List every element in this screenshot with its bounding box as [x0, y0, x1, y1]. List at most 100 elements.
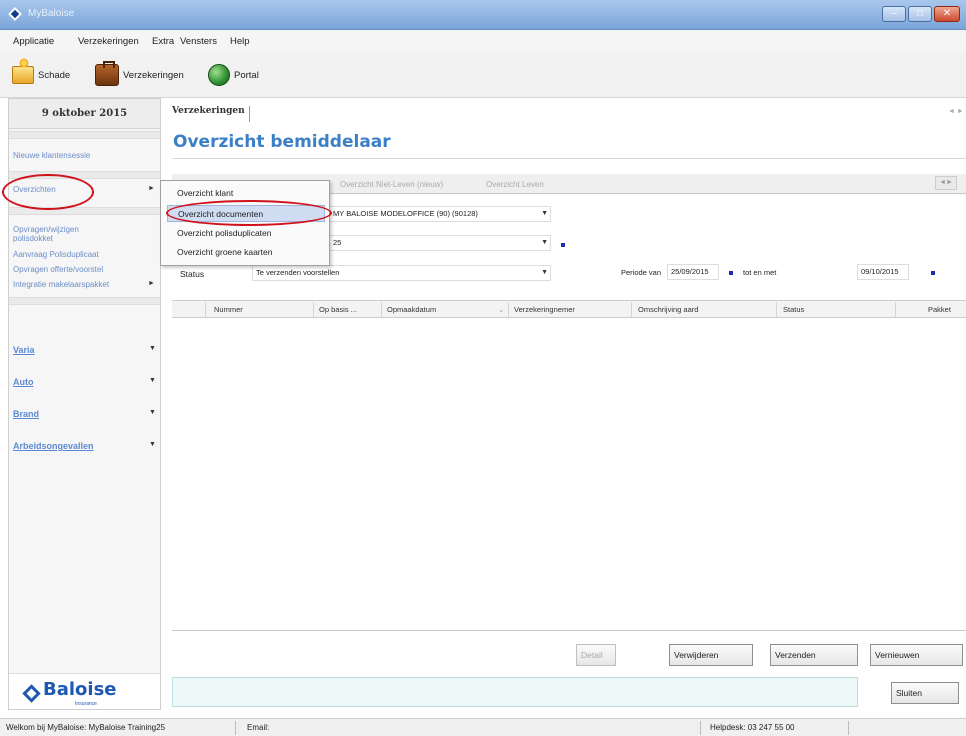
sidebar-category-arbeidsongevallen[interactable]: Arbeidsongevallen — [13, 441, 94, 451]
intermediary-select[interactable]: MY BALOISE MODELOFFICE (90) (90128) ▼ — [329, 206, 551, 222]
status-divider — [848, 721, 849, 735]
chevron-right-icon: ► — [148, 185, 155, 192]
status-divider — [700, 721, 701, 735]
highlight-ellipse — [166, 200, 332, 226]
column-op-basis[interactable]: Op basis ... — [319, 305, 357, 314]
column-divider — [508, 302, 509, 317]
chevron-down-icon: ▼ — [149, 377, 156, 384]
tab-overzicht-leven[interactable]: Overzicht Leven — [486, 177, 544, 193]
briefcase-icon — [95, 61, 119, 86]
verzekeringen-button[interactable]: Verzekeringen — [95, 61, 184, 88]
periode-van-label: Periode van — [621, 268, 662, 277]
required-marker-icon — [561, 243, 565, 247]
status-label: Status — [180, 269, 205, 279]
sidebar-category-auto[interactable]: Auto — [13, 377, 34, 387]
column-status[interactable]: Status — [783, 305, 804, 314]
sidebar-item-offerte-voorstel[interactable]: Opvragen offerte/voorstel — [13, 265, 103, 274]
tab-scroll-icon[interactable]: ◄ ► — [948, 108, 964, 115]
title-bar: MyBaloise – □ ✕ — [0, 0, 966, 30]
periode-to-input[interactable]: 09/10/2015 — [857, 264, 909, 280]
status-welcome: Welkom bij MyBaloise: MyBaloise Training… — [6, 723, 166, 732]
sluiten-button[interactable]: Sluiten — [891, 682, 959, 704]
column-divider — [313, 302, 314, 317]
results-table-body — [172, 318, 966, 631]
menu-help[interactable]: Help — [230, 36, 250, 47]
toolbar: Schade Verzekeringen Portal — [0, 52, 966, 98]
chevron-right-icon: ► — [148, 280, 155, 287]
menu-vensters[interactable]: Vensters — [180, 36, 217, 47]
sidebar-item-integratie[interactable]: Integratie makelaarspakket — [13, 280, 109, 289]
column-nummer[interactable]: Nummer — [214, 305, 243, 314]
verzenden-button[interactable]: Verzenden — [770, 644, 858, 666]
column-verzekeringnemer[interactable]: Verzekeringnemer — [514, 305, 575, 314]
menu-extra[interactable]: Extra — [152, 36, 174, 47]
title-divider — [172, 158, 966, 159]
periode-from-value: 25/09/2015 — [671, 267, 709, 276]
schade-icon — [12, 58, 34, 84]
column-pakket[interactable]: Pakket — [928, 305, 951, 314]
verwijderen-button[interactable]: Verwijderen — [669, 644, 753, 666]
close-window-button[interactable]: ✕ — [934, 6, 960, 22]
periode-from-input[interactable]: 25/09/2015 — [667, 264, 719, 280]
status-bar: Welkom bij MyBaloise: MyBaloise Training… — [0, 718, 966, 736]
status-value: Te verzenden voorstellen — [256, 268, 340, 277]
sidebar-separator — [9, 297, 160, 305]
subtab-scroll-icon[interactable]: ◄► — [935, 176, 957, 190]
close-icon: ✕ — [942, 8, 952, 19]
portal-button[interactable]: Portal — [208, 62, 259, 88]
sidebar-separator — [9, 131, 160, 139]
chevron-down-icon: ▼ — [149, 441, 156, 448]
menu-applicatie[interactable]: Applicatie — [13, 36, 54, 47]
baloise-diamond-icon — [22, 684, 41, 703]
sidebar-date: 9 oktober 2015 — [9, 99, 160, 129]
status-select[interactable]: Te verzenden voorstellen ▼ — [252, 265, 551, 281]
status-helpdesk: Helpdesk: 03 247 55 00 — [710, 723, 795, 732]
tab-verzekeringen[interactable]: Verzekeringen — [172, 106, 250, 122]
sidebar-category-varia[interactable]: Varia — [13, 345, 35, 355]
user-value: 25 — [333, 238, 342, 247]
calendar-marker-icon[interactable] — [931, 271, 935, 275]
column-opmaakdatum[interactable]: Opmaakdatum — [387, 305, 436, 314]
vernieuwen-button[interactable]: Vernieuwen — [870, 644, 963, 666]
column-divider — [205, 302, 206, 317]
sidebar-item-opvragen-wijzigen[interactable]: Opvragen/wijzigen — [13, 225, 79, 234]
tot-en-met-label: tot en met — [743, 268, 777, 277]
column-divider — [381, 302, 382, 317]
status-email: Email: — [247, 723, 270, 732]
schade-button[interactable]: Schade — [12, 58, 71, 88]
submenu-item-overzicht-polisduplicaten[interactable]: Overzicht polisduplicaten — [167, 225, 325, 242]
minimize-button[interactable]: – — [882, 6, 906, 22]
status-divider — [235, 721, 236, 735]
logo-subtitle: Insurance — [75, 701, 97, 707]
chevron-down-icon: ▼ — [541, 269, 548, 276]
sidebar-category-brand[interactable]: Brand — [13, 409, 39, 419]
schade-label: Schade — [38, 69, 71, 81]
column-divider — [776, 302, 777, 317]
maximize-button[interactable]: □ — [908, 6, 932, 22]
calendar-marker-icon[interactable] — [729, 271, 733, 275]
chevron-down-icon: ▼ — [541, 210, 548, 217]
logo-name: Baloise — [43, 679, 117, 700]
user-select[interactable]: 25 ▼ — [329, 235, 551, 251]
results-table-header: Nummer Op basis ... Opmaakdatum ⌄ Verzek… — [172, 300, 966, 318]
window-title: MyBaloise — [28, 8, 75, 19]
portal-label: Portal — [234, 69, 259, 81]
detail-button[interactable]: Detail — [576, 644, 616, 666]
column-divider — [631, 302, 632, 317]
sort-icon: ⌄ — [498, 305, 505, 314]
sidebar-item-aanvraag-polisduplicaat[interactable]: Aanvraag Polisduplicaat — [13, 250, 99, 259]
app-icon — [7, 6, 23, 22]
column-divider — [895, 302, 896, 317]
menu-verzekeringen[interactable]: Verzekeringen — [78, 36, 139, 47]
verzekeringen-label: Verzekeringen — [123, 69, 184, 81]
sidebar-item-opvragen-wijzigen-line2[interactable]: polisdokket — [13, 234, 53, 243]
maximize-icon: □ — [916, 8, 924, 19]
message-area — [172, 677, 858, 707]
submenu-item-overzicht-groene-kaarten[interactable]: Overzicht groene kaarten — [167, 244, 325, 261]
sidebar-item-nieuwe-klantensessie[interactable]: Nieuwe klantensessie — [13, 151, 90, 160]
chevron-down-icon: ▼ — [149, 345, 156, 352]
minimize-icon: – — [891, 8, 897, 19]
column-omschrijving-aard[interactable]: Omschrijving aard — [638, 305, 698, 314]
periode-to-value: 09/10/2015 — [861, 267, 899, 276]
tab-overzicht-niet-leven[interactable]: Overzicht Niet-Leven (nieuw) — [340, 177, 443, 193]
